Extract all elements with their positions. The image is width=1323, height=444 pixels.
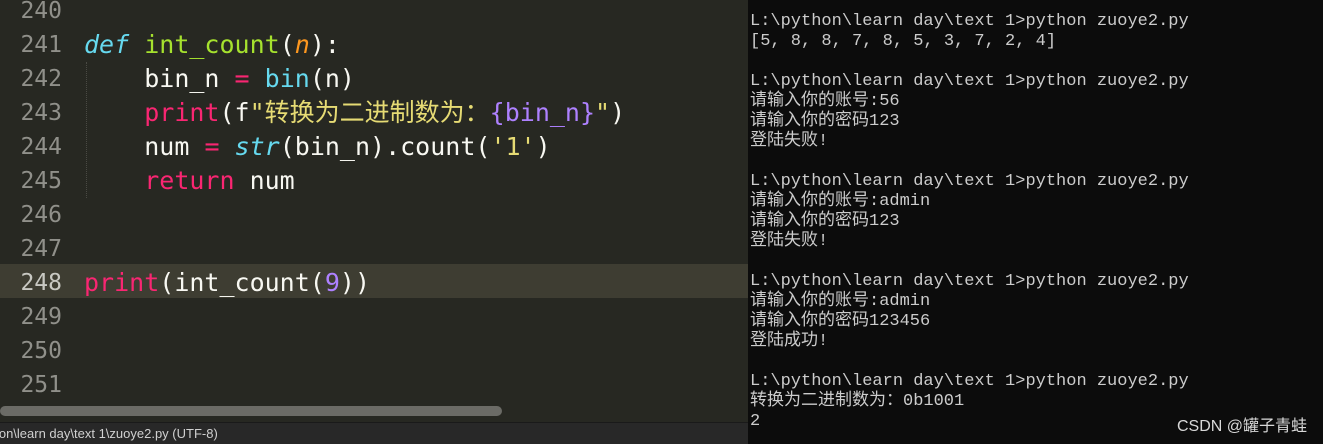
line-number: 244 — [20, 134, 62, 160]
builtin-call: print — [84, 268, 160, 297]
console-line: L:\python\learn day\text 1>python zuoye2… — [750, 372, 1189, 391]
operator: = — [234, 64, 250, 93]
paren: ) — [610, 98, 626, 127]
code-line-244[interactable]: num = str(bin_n).count('1') — [84, 130, 551, 164]
return-value: num — [234, 166, 295, 195]
paren: ( — [279, 30, 295, 59]
console-line: 请输入你的账号:56 — [750, 92, 900, 111]
console-line: 请输入你的账号:admin — [750, 192, 931, 211]
line-number-gutter: 240 241 242 243 244 245 246 247 248 249 … — [0, 0, 78, 404]
paren: ( — [219, 98, 235, 127]
line-number: 241 — [20, 32, 62, 58]
paren: )) — [339, 268, 371, 297]
string-literal: " — [595, 98, 611, 127]
variable: num — [144, 132, 190, 161]
parameter: n — [294, 30, 310, 59]
console-line: 2 — [750, 412, 761, 431]
fstring-prefix: f — [234, 98, 250, 127]
arguments: (n) — [309, 64, 355, 93]
console-line: L:\python\learn day\text 1>python zuoye2… — [750, 72, 1189, 91]
code-line-242[interactable]: bin_n = bin(n) — [84, 62, 355, 96]
line-number: 243 — [20, 100, 62, 126]
status-file-path: thon\learn day\text 1\zuoye2.py (UTF-8) — [0, 426, 218, 441]
console-line: 登陆失败! — [750, 232, 829, 251]
console-line: 登陆失败! — [750, 132, 829, 151]
variable: bin_n — [144, 64, 220, 93]
line-number: 240 — [20, 0, 62, 24]
string-literal: '1' — [490, 132, 536, 161]
paren-colon: ): — [309, 30, 340, 59]
console-line: L:\python\learn day\text 1>python zuoye2… — [750, 272, 1189, 291]
code-line-241[interactable]: def int_count(n): — [84, 28, 340, 62]
csdn-watermark: CSDN @罐子青蛙 — [1176, 418, 1307, 435]
method-call: (bin_n).count( — [279, 132, 491, 161]
line-number: 251 — [20, 372, 62, 398]
operator: = — [204, 132, 220, 161]
terminal-console[interactable]: L:\python\learn day\text 1>python zuoye2… — [748, 0, 1323, 444]
keyword-return: return — [144, 166, 235, 195]
line-number: 247 — [20, 236, 62, 262]
function-name: int_count — [144, 30, 280, 59]
scrollbar-thumb[interactable] — [0, 406, 502, 416]
console-line: 登陆成功! — [750, 332, 829, 351]
console-line: 请输入你的账号:admin — [750, 292, 931, 311]
paren: ) — [535, 132, 551, 161]
builtin-call: bin — [264, 64, 310, 93]
console-line: 请输入你的密码123 — [750, 212, 900, 231]
builtin-call: print — [144, 98, 220, 127]
console-line: 转换为二进制数为：0b1001 — [750, 392, 965, 411]
string-literal: "转换为二进制数为： — [249, 98, 490, 127]
line-number: 246 — [20, 202, 62, 228]
code-line-243[interactable]: print(f"转换为二进制数为：{bin_n}") — [84, 96, 625, 130]
fstring-interpolation: {bin_n} — [489, 98, 596, 127]
function-call: (int_count( — [159, 268, 325, 297]
console-line: L:\python\learn day\text 1>python zuoye2… — [750, 172, 1189, 191]
line-number: 249 — [20, 304, 62, 330]
code-line-245[interactable]: return num — [84, 164, 295, 198]
code-line-248[interactable]: print(int_count(9)) — [84, 266, 370, 300]
console-line: L:\python\learn day\text 1>python zuoye2… — [750, 12, 1189, 31]
line-number: 245 — [20, 168, 62, 194]
line-number: 250 — [20, 338, 62, 364]
line-number: 242 — [20, 66, 62, 92]
console-line: 请输入你的密码123 — [750, 112, 900, 131]
console-line: 请输入你的密码123456 — [750, 312, 931, 331]
console-line: [5, 8, 8, 7, 8, 5, 3, 7, 2, 4] — [750, 32, 1057, 51]
number-literal: 9 — [324, 268, 340, 297]
status-bar: thon\learn day\text 1\zuoye2.py (UTF-8) — [0, 422, 748, 444]
line-number-active: 248 — [20, 270, 62, 296]
code-editor[interactable]: 240 241 242 243 244 245 246 247 248 249 … — [0, 0, 748, 444]
keyword-def: def — [84, 30, 130, 59]
builtin-call: str — [234, 132, 280, 161]
